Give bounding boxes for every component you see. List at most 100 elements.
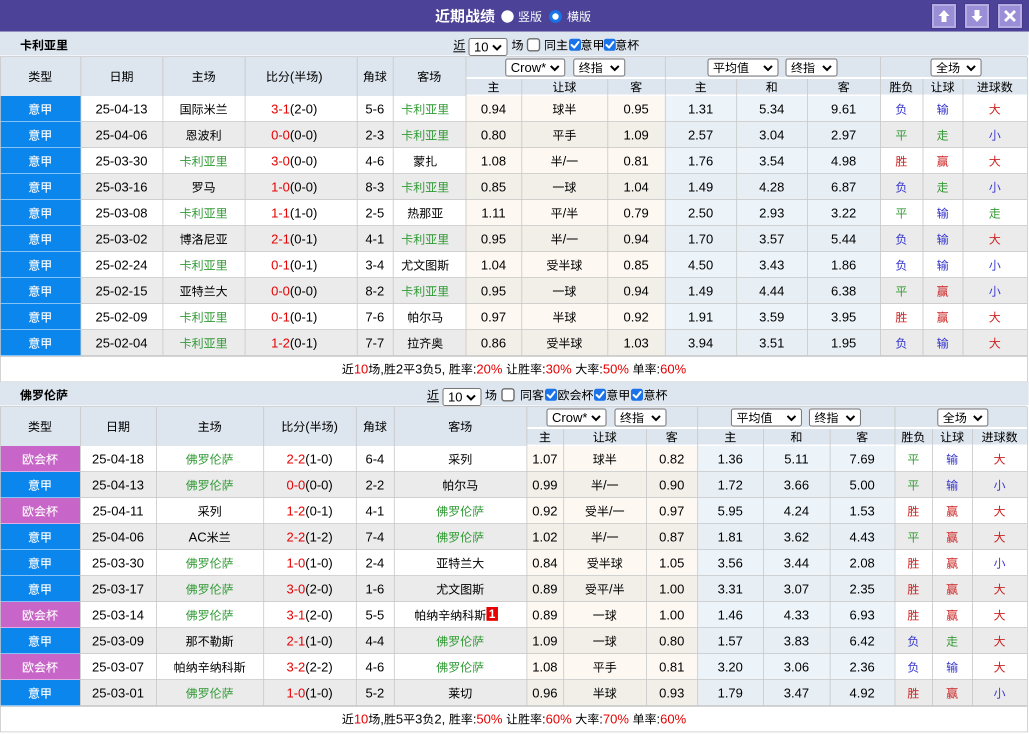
svg-text:3.83: 3.83 (784, 634, 809, 649)
svg-text:(0-0): (0-0) (290, 180, 317, 195)
svg-text:3.51: 3.51 (759, 336, 784, 351)
svg-text:5.44: 5.44 (831, 232, 856, 247)
svg-text:/: / (603, 478, 607, 493)
svg-text:5: 5 (396, 712, 403, 727)
svg-text:(0-1): (0-1) (290, 310, 317, 325)
svg-text:7-4: 7-4 (366, 530, 385, 545)
svg-text:0.96: 0.96 (532, 686, 557, 701)
svg-text:0.87: 0.87 (659, 530, 684, 545)
svg-text:/: / (563, 206, 567, 221)
svg-text:5.00: 5.00 (849, 478, 874, 493)
svg-text:0-0: 0-0 (271, 284, 290, 299)
svg-text:(: ( (305, 419, 310, 434)
svg-text:5-5: 5-5 (366, 608, 385, 623)
svg-text:3.66: 3.66 (784, 478, 809, 493)
svg-text:4.28: 4.28 (759, 180, 784, 195)
svg-text:1.53: 1.53 (849, 504, 874, 519)
svg-text:1.04: 1.04 (481, 258, 506, 273)
svg-text:2.50: 2.50 (688, 206, 713, 221)
svg-text:1-2: 1-2 (271, 336, 290, 351)
svg-text:1: 1 (489, 607, 496, 621)
svg-text:0-0: 0-0 (271, 128, 290, 143)
svg-text:,: , (380, 362, 384, 377)
svg-text:0.80: 0.80 (481, 128, 506, 143)
svg-text:0.79: 0.79 (623, 206, 648, 221)
svg-text:(0-0): (0-0) (290, 154, 317, 169)
svg-text:1.00: 1.00 (659, 608, 684, 623)
svg-text:2.08: 2.08 (849, 556, 874, 571)
svg-text:1-1: 1-1 (271, 206, 290, 221)
svg-text:0.89: 0.89 (532, 582, 557, 597)
svg-text:6.38: 6.38 (831, 284, 856, 299)
svg-text:25-03-02: 25-03-02 (95, 232, 147, 247)
svg-text:5.11: 5.11 (784, 452, 808, 467)
svg-text:4-6: 4-6 (366, 660, 385, 675)
svg-text:4.92: 4.92 (849, 686, 874, 701)
svg-text:0.85: 0.85 (481, 180, 506, 195)
svg-text:2-2: 2-2 (286, 530, 305, 545)
svg-text:/: / (563, 154, 567, 169)
svg-text:1.72: 1.72 (718, 478, 743, 493)
svg-text:25-03-09: 25-03-09 (92, 634, 144, 649)
svg-text:3.22: 3.22 (831, 206, 856, 221)
svg-text:1.31: 1.31 (688, 102, 713, 117)
svg-text:4.98: 4.98 (831, 154, 856, 169)
svg-text:3.43: 3.43 (759, 258, 784, 273)
svg-text:1.00: 1.00 (659, 582, 684, 597)
svg-text:8-3: 8-3 (365, 180, 384, 195)
svg-text:0.81: 0.81 (659, 660, 684, 675)
svg-text:2-2: 2-2 (366, 478, 385, 493)
svg-text:): ) (318, 69, 322, 84)
svg-text:10: 10 (354, 712, 368, 727)
svg-text:1.02: 1.02 (532, 530, 557, 545)
svg-text:2-1: 2-1 (286, 634, 305, 649)
svg-text:3.04: 3.04 (759, 128, 784, 143)
svg-text:3-1: 3-1 (271, 102, 290, 117)
svg-text:4.44: 4.44 (759, 284, 784, 299)
svg-text:60%: 60% (660, 362, 686, 377)
svg-text:2-3: 2-3 (365, 128, 384, 143)
svg-text:(0-0): (0-0) (290, 284, 317, 299)
svg-text:10: 10 (474, 39, 488, 54)
svg-text:Crow*: Crow* (552, 410, 587, 425)
svg-text:6.87: 6.87 (831, 180, 856, 195)
svg-text:1.76: 1.76 (688, 154, 713, 169)
svg-text:(0-0): (0-0) (290, 128, 317, 143)
svg-text:2.97: 2.97 (831, 128, 856, 143)
svg-text:60%: 60% (546, 712, 572, 727)
svg-text:1.46: 1.46 (718, 608, 743, 623)
svg-text:25-04-18: 25-04-18 (92, 452, 144, 467)
svg-text:3: 3 (415, 362, 422, 377)
svg-text:/: / (609, 582, 613, 597)
svg-text:3.20: 3.20 (718, 660, 743, 675)
svg-text:,: , (442, 362, 446, 377)
svg-text:1.09: 1.09 (623, 128, 648, 143)
svg-text:25-04-11: 25-04-11 (92, 504, 143, 519)
svg-text:5: 5 (434, 362, 441, 377)
svg-text:1.11: 1.11 (481, 206, 505, 221)
svg-text:50%: 50% (476, 712, 502, 727)
svg-text:2.57: 2.57 (688, 128, 713, 143)
svg-text:8-2: 8-2 (365, 284, 384, 299)
svg-text:1.79: 1.79 (718, 686, 743, 701)
svg-text:0-1: 0-1 (271, 258, 290, 273)
svg-text:0.99: 0.99 (532, 478, 557, 493)
svg-text:3-0: 3-0 (271, 154, 290, 169)
svg-text:0.92: 0.92 (532, 504, 557, 519)
svg-text:1.03: 1.03 (623, 336, 648, 351)
svg-text:2-5: 2-5 (365, 206, 384, 221)
svg-text:5.34: 5.34 (759, 102, 784, 117)
svg-text:25-02-09: 25-02-09 (95, 310, 147, 325)
svg-text:3.06: 3.06 (784, 660, 809, 675)
svg-text:7-7: 7-7 (365, 336, 384, 351)
svg-text:(0-1): (0-1) (290, 232, 317, 247)
svg-text:(1-0): (1-0) (305, 686, 332, 701)
svg-text:,: , (442, 712, 446, 727)
svg-text:1-0: 1-0 (286, 556, 305, 571)
svg-text:25-03-08: 25-03-08 (95, 206, 147, 221)
svg-text:0.80: 0.80 (659, 634, 684, 649)
svg-text:0.94: 0.94 (623, 284, 648, 299)
svg-text:1.91: 1.91 (688, 310, 713, 325)
svg-text:1.70: 1.70 (688, 232, 713, 247)
svg-text:(0-1): (0-1) (290, 258, 317, 273)
